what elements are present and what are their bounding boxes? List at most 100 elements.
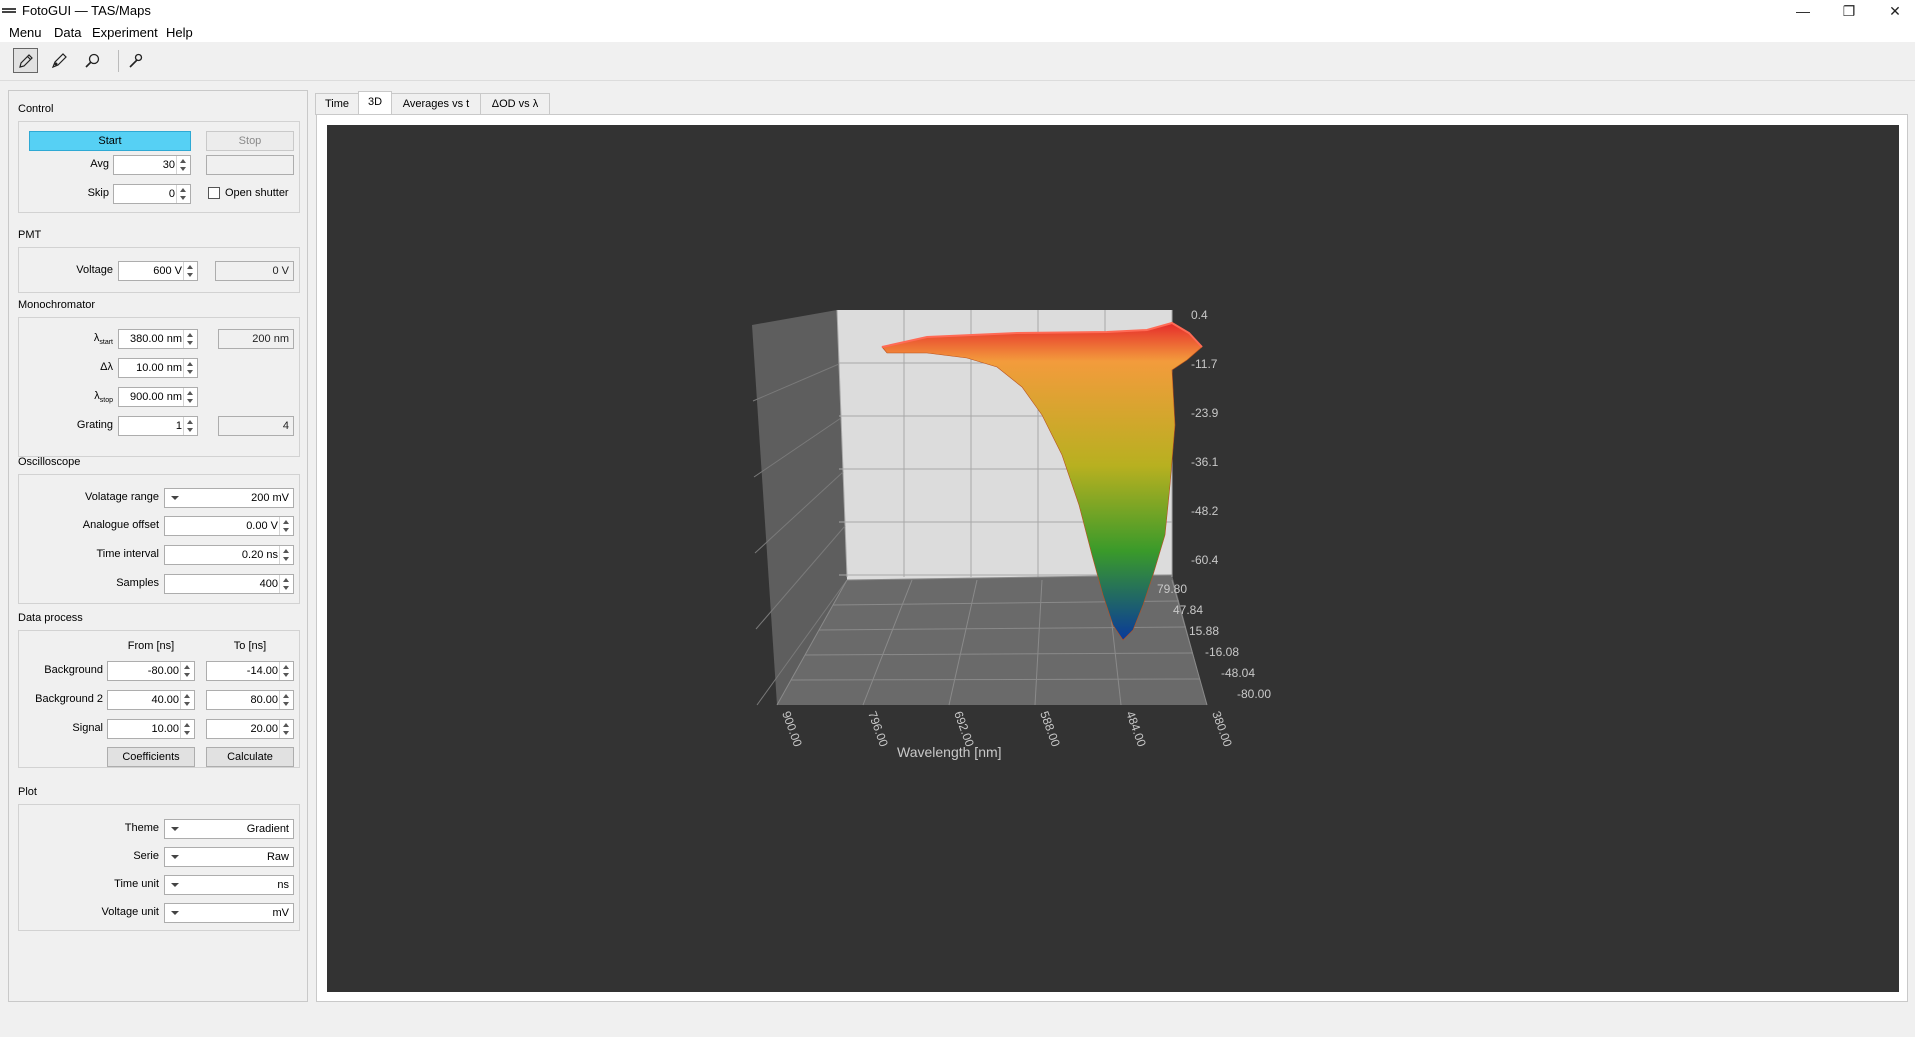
skip-value: 0	[168, 188, 175, 200]
spin-arrows-icon[interactable]	[279, 575, 293, 593]
stop-button[interactable]: Stop	[206, 131, 294, 151]
grating-readout: 4	[218, 416, 294, 436]
tab-averages-vs-t[interactable]: Averages vs t	[391, 93, 481, 115]
window-title: FotoGUI — TAS/Maps	[22, 3, 151, 18]
y-tick-label: 15.88	[1189, 624, 1219, 638]
calculate-button[interactable]: Calculate	[206, 747, 294, 767]
app-icon	[2, 8, 16, 13]
samples-label: Samples	[116, 577, 159, 589]
background2-from-value: 40.00	[151, 694, 179, 706]
maximize-button[interactable]: ❐	[1826, 0, 1872, 22]
grating-spinbox[interactable]: 1	[118, 416, 198, 436]
menu-help[interactable]: Help	[166, 25, 193, 40]
grating-readout-value: 4	[282, 420, 289, 432]
signal-from-spinbox[interactable]: 10.00	[107, 719, 195, 739]
coefficients-button[interactable]: Coefficients	[107, 747, 195, 767]
skip-label: Skip	[87, 187, 109, 199]
spin-arrows-icon[interactable]	[279, 546, 293, 564]
pencil-icon	[19, 54, 33, 68]
menu-experiment[interactable]: Experiment	[92, 25, 158, 40]
x-tick-label: 380.00	[1209, 709, 1235, 749]
oscilloscope-section-title: Oscilloscope	[18, 456, 81, 468]
x-tick-label: 588.00	[1037, 709, 1063, 749]
spin-arrows-icon[interactable]	[180, 720, 194, 738]
spin-arrows-icon[interactable]	[279, 691, 293, 709]
background-from-spinbox[interactable]: -80.00	[107, 661, 195, 681]
avg-readout	[206, 155, 294, 175]
spin-arrows-icon[interactable]	[176, 156, 190, 174]
samples-spinbox[interactable]: 400	[164, 574, 294, 594]
time-interval-label: Time interval	[96, 548, 159, 560]
y-tick-label: 79.80	[1157, 582, 1187, 596]
tab-3d[interactable]: 3D	[358, 91, 392, 115]
analogue-offset-spinbox[interactable]: 0.00 V	[164, 516, 294, 536]
data-process-group: From [ns] To [ns] Background -80.00 -14.…	[18, 630, 300, 768]
voltage-range-select[interactable]: 200 mV	[164, 488, 294, 508]
oscilloscope-group: Volatage range 200 mV Analogue offset 0.…	[18, 474, 300, 604]
to-column-header: To [ns]	[233, 640, 267, 652]
time-unit-select[interactable]: ns	[164, 875, 294, 895]
voltage-range-label: Volatage range	[84, 491, 159, 503]
delta-lambda-spinbox[interactable]: 10.00 nm	[118, 358, 198, 378]
lambda-stop-value: 900.00 nm	[130, 391, 182, 403]
menu-data[interactable]: Data	[54, 25, 81, 40]
surface-chart[interactable]: 0.4 -11.7 -23.9 -36.1 -48.2 -60.4 900.00 796.00…	[327, 125, 1899, 992]
analogue-offset-label: Analogue offset	[82, 519, 159, 531]
minimize-button[interactable]: —	[1780, 0, 1826, 22]
tab-delta-od-vs-lambda[interactable]: ΔOD vs λ	[480, 93, 550, 115]
background2-to-spinbox[interactable]: 80.00	[206, 690, 294, 710]
theme-select[interactable]: Gradient	[164, 819, 294, 839]
brush-icon	[51, 53, 67, 69]
voltage-spinbox[interactable]: 600 V	[118, 261, 198, 281]
delta-lambda-label: Δλ	[100, 361, 113, 373]
spin-arrows-icon[interactable]	[176, 185, 190, 203]
menu-menu[interactable]: Menu	[9, 25, 42, 40]
settings-tool-button[interactable]	[122, 48, 147, 73]
spin-arrows-icon[interactable]	[183, 417, 197, 435]
pmt-group: Voltage 600 V 0 V	[18, 247, 300, 293]
title-bar: FotoGUI — TAS/Maps — ❐ ✕	[0, 0, 1915, 22]
time-unit-value: ns	[277, 879, 289, 891]
avg-spinbox[interactable]: 30	[113, 155, 191, 175]
close-button[interactable]: ✕	[1872, 0, 1915, 22]
x-tick-label: 796.00	[865, 709, 891, 749]
lambda-start-label: λstart	[29, 332, 113, 346]
time-unit-label: Time unit	[114, 878, 159, 890]
from-column-header: From [ns]	[127, 640, 175, 652]
signal-to-spinbox[interactable]: 20.00	[206, 719, 294, 739]
dropdown-caret-icon	[171, 911, 179, 915]
control-section-title: Control	[18, 103, 54, 115]
avg-value: 30	[162, 159, 175, 171]
control-panel: Control Start Stop Avg 30 Skip 0 Open sh…	[8, 90, 308, 1002]
lambda-stop-spinbox[interactable]: 900.00 nm	[118, 387, 198, 407]
pencil-tool-button[interactable]	[13, 48, 38, 73]
spin-arrows-icon[interactable]	[183, 262, 197, 280]
open-shutter-checkbox[interactable]	[208, 187, 220, 199]
plot-group: Theme Gradient Serie Raw Time unit ns Vo…	[18, 804, 300, 931]
brush-tool-button[interactable]	[46, 48, 71, 73]
zoom-tool-button[interactable]	[80, 48, 105, 73]
background2-from-spinbox[interactable]: 40.00	[107, 690, 195, 710]
toolbar	[0, 42, 1915, 81]
tab-time[interactable]: Time	[315, 93, 359, 115]
spin-arrows-icon[interactable]	[183, 330, 197, 348]
surface-plot-3d[interactable]: 0.4 -11.7 -23.9 -36.1 -48.2 -60.4 900.00 796.00…	[327, 125, 1899, 992]
spin-arrows-icon[interactable]	[180, 662, 194, 680]
lambda-start-spinbox[interactable]: 380.00 nm	[118, 329, 198, 349]
spin-arrows-icon[interactable]	[183, 359, 197, 377]
y-tick-label: -48.04	[1221, 666, 1255, 680]
voltage-unit-select[interactable]: mV	[164, 903, 294, 923]
spin-arrows-icon[interactable]	[180, 691, 194, 709]
monochromator-group: λstart 380.00 nm 200 nm Δλ 10.00 nm λsto…	[18, 317, 300, 457]
signal-from-value: 10.00	[151, 723, 179, 735]
skip-spinbox[interactable]: 0	[113, 184, 191, 204]
spin-arrows-icon[interactable]	[279, 720, 293, 738]
spin-arrows-icon[interactable]	[279, 662, 293, 680]
start-button[interactable]: Start	[29, 131, 191, 151]
background-to-spinbox[interactable]: -14.00	[206, 661, 294, 681]
spin-arrows-icon[interactable]	[279, 517, 293, 535]
spin-arrows-icon[interactable]	[183, 388, 197, 406]
background-label: Background	[44, 664, 103, 676]
serie-select[interactable]: Raw	[164, 847, 294, 867]
time-interval-spinbox[interactable]: 0.20 ns	[164, 545, 294, 565]
